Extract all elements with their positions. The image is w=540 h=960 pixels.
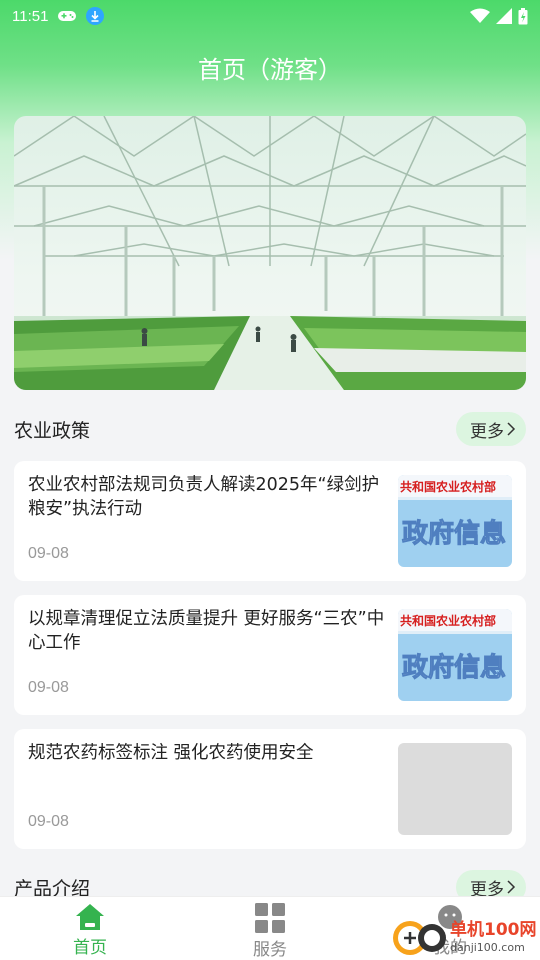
policy-section-title: 农业政策	[14, 419, 91, 442]
gamepad-icon	[58, 11, 77, 21]
thumb-main-text: 政府信息	[402, 518, 506, 549]
chevron-right-icon	[507, 422, 516, 436]
news-thumbnail: 共和国农业农村部 政府信息	[398, 475, 512, 567]
thumb-header-text: 共和国农业农村部	[400, 613, 496, 628]
news-card[interactable]: 农业农村部法规司负责人解读2025年“绿剑护粮安”执法行动 09-08 共和国农…	[14, 461, 526, 581]
status-time: 11:51	[12, 7, 49, 25]
policy-more-button[interactable]: 更多	[456, 412, 526, 446]
status-bar: 11:51	[0, 0, 540, 32]
download-icon	[86, 7, 105, 25]
news-card[interactable]: 以规章清理促立法质量提升 更好服务“三农”中心工作 09-08 共和国农业农村部…	[14, 595, 526, 715]
greenhouse-banner[interactable]	[14, 116, 526, 390]
watermark-logo-icon	[393, 921, 446, 955]
wifi-icon	[470, 8, 490, 23]
news-card[interactable]: 规范农药标签标注 强化农药使用安全 09-08	[14, 729, 526, 849]
page-title: 首页（游客）	[198, 56, 342, 84]
watermark-name: 单机100网	[450, 919, 537, 940]
news-title: 规范农药标签标注 强化农药使用安全	[28, 743, 314, 763]
policy-section-header: 农业政策 更多	[14, 412, 526, 446]
news-date: 09-08	[28, 679, 69, 696]
news-title: 农业农村部法规司负责人解读2025年“绿剑护粮安”执法行动	[28, 475, 380, 519]
news-date: 09-08	[28, 813, 69, 830]
news-thumbnail: 共和国农业农村部 政府信息	[398, 609, 512, 701]
home-icon	[76, 904, 104, 930]
news-thumbnail-placeholder	[398, 743, 512, 835]
grid-icon	[255, 903, 285, 933]
nav-label: 首页	[73, 938, 107, 958]
thumb-main-text: 政府信息	[402, 652, 506, 683]
thumb-header-text: 共和国农业农村部	[400, 479, 496, 494]
nav-item-home[interactable]: 首页	[0, 897, 180, 960]
site-watermark: 单机100网 danji100.com	[388, 914, 538, 960]
battery-icon	[518, 7, 528, 24]
watermark-url: danji100.com	[450, 940, 525, 954]
nav-label: 服务	[253, 940, 287, 960]
news-date: 09-08	[28, 545, 69, 562]
nav-item-services[interactable]: 服务	[180, 897, 360, 960]
greenhouse-image	[14, 116, 526, 390]
news-title: 以规章清理促立法质量提升 更好服务“三农”中心工作	[28, 609, 385, 653]
signal-icon	[496, 8, 512, 24]
more-label: 更多	[470, 421, 504, 442]
chevron-right-icon	[507, 880, 516, 894]
